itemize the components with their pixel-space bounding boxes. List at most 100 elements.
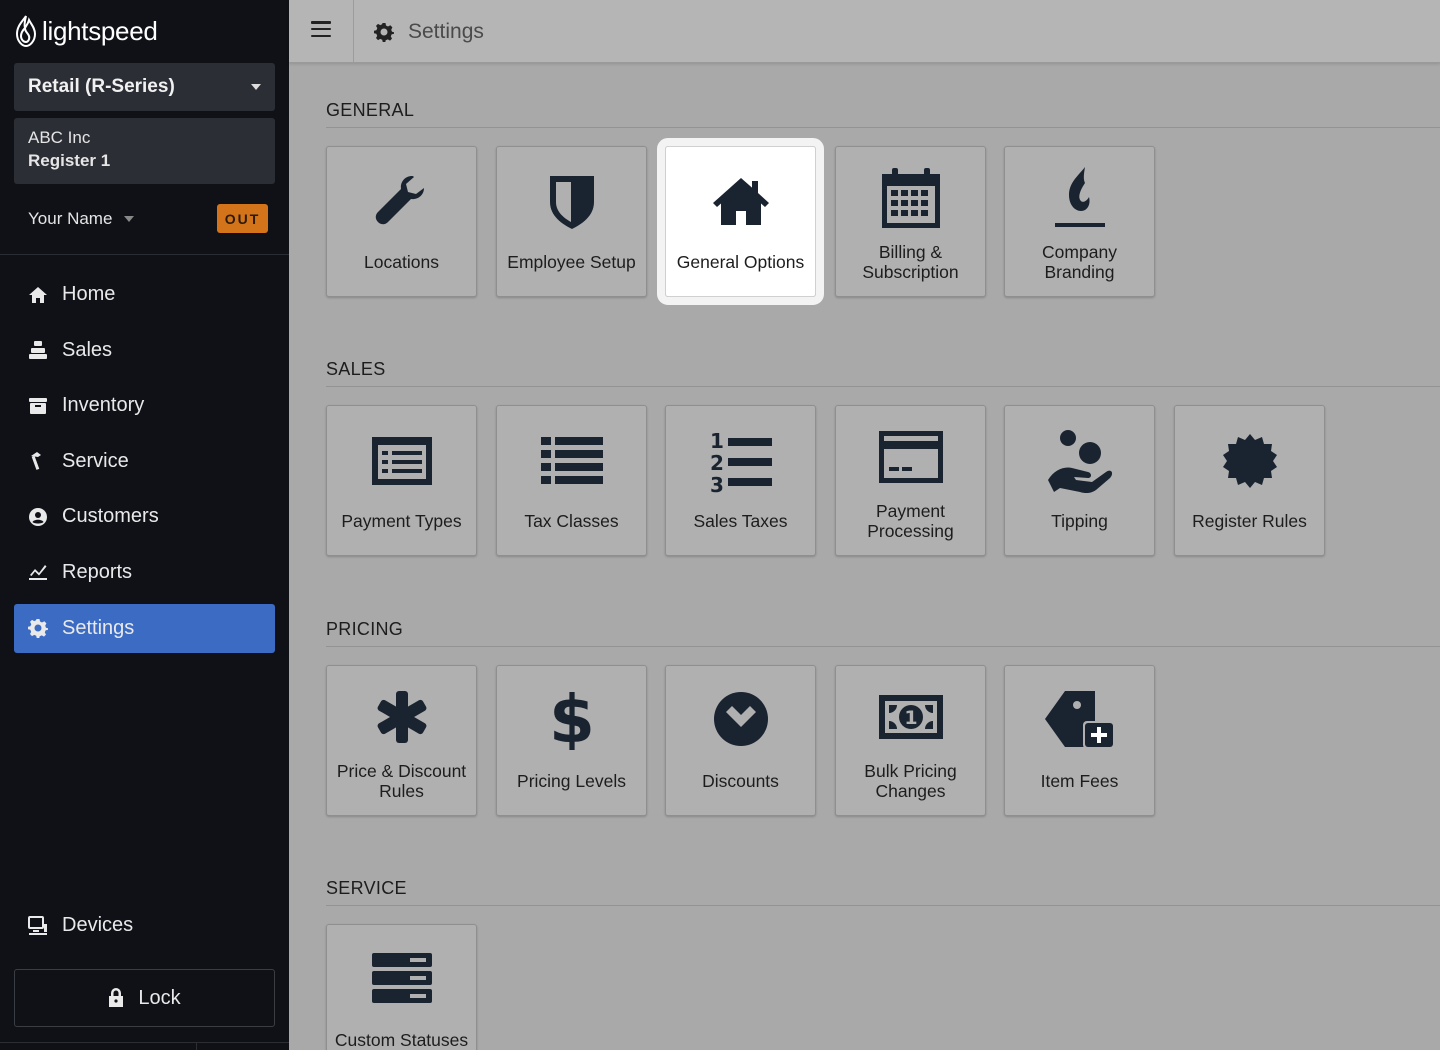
gear-icon [374, 22, 394, 42]
tile-label: Pricing Levels [517, 771, 626, 791]
tile-employee-setup[interactable]: Employee Setup [496, 146, 647, 297]
logo-text: lightspeed [42, 15, 158, 46]
section-title-sales: SALES [326, 359, 386, 379]
hamburger-menu-icon[interactable] [311, 21, 331, 39]
chevron-down-icon [124, 216, 135, 222]
page-title-text: Settings [408, 19, 484, 43]
sidebar-item-inventory[interactable]: Inventory [14, 381, 275, 430]
lock-icon [109, 988, 124, 1007]
tile-label: Register Rules [1192, 511, 1307, 531]
tile-payment-processing[interactable]: Payment Processing [835, 405, 986, 556]
sidebar-item-label: Devices [62, 914, 134, 936]
tile-label: Discounts [702, 771, 779, 791]
tile-register-rules[interactable]: Register Rules [1174, 405, 1325, 556]
settings-content: GENERAL Locations Employee Setup General… [289, 64, 1440, 1050]
chart-icon [28, 562, 48, 582]
sidebar-item-home[interactable]: Home [14, 270, 275, 319]
money-bill-icon: 1 [836, 684, 985, 750]
tile-custom-statuses[interactable]: Custom Statuses [326, 924, 477, 1050]
tile-label: Employee Setup [507, 252, 636, 272]
list-icon [497, 428, 646, 494]
tile-discounts[interactable]: Discounts [665, 665, 816, 816]
dollar-icon: $ [497, 684, 646, 750]
sidebar-item-label: Inventory [62, 394, 145, 417]
svg-text:1: 1 [904, 707, 917, 729]
product-select-label: Retail (R-Series) [28, 76, 175, 97]
tile-label: Locations [364, 252, 439, 272]
stack-icon [327, 945, 476, 1011]
tile-label: Billing & Subscription [862, 242, 959, 282]
tile-sales-taxes[interactable]: 123 Sales Taxes [665, 405, 816, 556]
clock-out-badge[interactable]: OUT [217, 204, 268, 233]
tile-label: Price & Discount Rules [336, 761, 467, 801]
sidebar: lightspeed Retail (R-Series) ABC Inc Reg… [0, 0, 289, 1050]
lock-button[interactable]: Lock [14, 969, 275, 1027]
svg-text:3: 3 [710, 473, 724, 494]
chevron-circle-icon [666, 686, 815, 752]
numbered-list-icon: 123 [666, 428, 815, 494]
lock-label: Lock [138, 986, 181, 1009]
register-icon [28, 340, 48, 360]
payment-list-icon [327, 428, 476, 494]
tile-label: General Options [676, 252, 805, 272]
tile-label: Payment Processing [867, 501, 954, 541]
section-rule [326, 905, 1440, 906]
tile-billing-subscription[interactable]: Billing & Subscription [835, 146, 986, 297]
gear-icon [28, 618, 48, 639]
lightspeed-logo[interactable]: lightspeed [14, 14, 158, 48]
badge-icon [1175, 428, 1324, 494]
sidebar-item-devices[interactable]: Devices [28, 914, 133, 937]
tile-general-options[interactable]: General Options [657, 138, 824, 305]
tile-pricing-levels[interactable]: $ Pricing Levels [496, 665, 647, 816]
tile-locations[interactable]: Locations [326, 146, 477, 297]
company-name: ABC Inc [28, 128, 91, 147]
user-menu[interactable]: Your Name OUT [28, 204, 268, 234]
register-box[interactable]: ABC Inc Register 1 [14, 118, 275, 184]
sidebar-item-label: Home [62, 283, 116, 305]
tile-bulk-pricing-changes[interactable]: 1 Bulk Pricing Changes [835, 665, 986, 816]
product-select[interactable]: Retail (R-Series) [14, 63, 275, 111]
page-title: Settings [374, 0, 484, 63]
shield-icon [497, 169, 646, 235]
sidebar-bottom-split [196, 1042, 197, 1050]
tile-tipping[interactable]: Tipping [1004, 405, 1155, 556]
sidebar-item-sales[interactable]: Sales [14, 326, 275, 375]
sidebar-item-label: Settings [62, 616, 135, 639]
sidebar-item-settings[interactable]: Settings [14, 603, 275, 653]
asterisk-icon [327, 684, 476, 750]
tile-label: Company Branding [1042, 242, 1117, 282]
tile-label: Custom Statuses [334, 1030, 469, 1050]
tile-label: Tax Classes [524, 511, 619, 531]
calendar-icon [836, 165, 985, 231]
tag-plus-icon [1005, 686, 1154, 752]
svg-text:2: 2 [710, 451, 724, 475]
tile-label: Item Fees [1040, 771, 1119, 791]
section-rule [326, 127, 1440, 128]
inventory-icon [28, 396, 48, 416]
sidebar-item-label: Service [62, 449, 129, 472]
flame-logo-icon [15, 15, 37, 47]
section-title-general: GENERAL [326, 100, 415, 120]
section-title-pricing: PRICING [326, 619, 404, 639]
house-icon [666, 169, 815, 235]
svg-text:1: 1 [710, 429, 724, 453]
chevron-down-icon [251, 84, 261, 90]
header-separator [353, 0, 354, 63]
home-icon [28, 285, 48, 305]
sidebar-item-reports[interactable]: Reports [14, 548, 275, 597]
tile-company-branding[interactable]: Company Branding [1004, 146, 1155, 297]
wrench-icon [327, 169, 476, 235]
sidebar-item-label: Sales [62, 338, 113, 361]
tile-tax-classes[interactable]: Tax Classes [496, 405, 647, 556]
sidebar-item-customers[interactable]: Customers [14, 492, 275, 541]
tile-price-discount-rules[interactable]: Price & Discount Rules [326, 665, 477, 816]
tile-label: Tipping [1051, 511, 1108, 531]
tile-payment-types[interactable]: Payment Types [326, 405, 477, 556]
top-header: Settings [289, 0, 1440, 63]
register-name: Register 1 [28, 151, 111, 170]
sidebar-item-label: Reports [62, 560, 133, 583]
sidebar-item-service[interactable]: Service [14, 437, 275, 486]
hammer-icon [28, 451, 48, 471]
tile-label: Bulk Pricing Changes [864, 761, 957, 801]
tile-item-fees[interactable]: Item Fees [1004, 665, 1155, 816]
